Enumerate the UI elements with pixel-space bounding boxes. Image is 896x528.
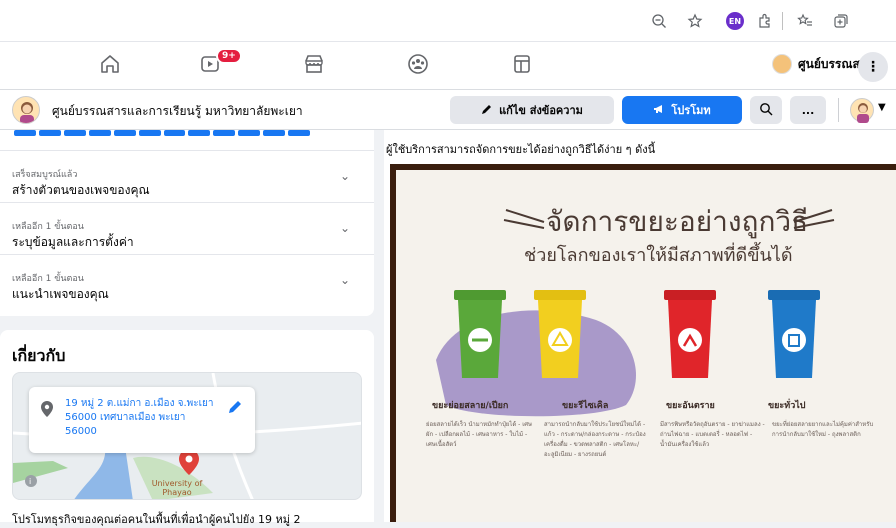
page-header-bar: ศูนย์บรรณสารและการเรียนรู้ มหาวิทยาลัยพะ…	[0, 90, 896, 130]
favorites-icon[interactable]	[796, 12, 814, 30]
task-status: เหลืออีก 1 ขั้นตอน	[12, 274, 84, 284]
home-icon	[99, 53, 121, 79]
bin-desc-hazardous: มีสารพิษหรือวัตถุอันตราย - ยาฆ่าแมลง - ถ…	[660, 421, 765, 448]
more-label: ...	[801, 103, 815, 117]
megaphone-icon	[653, 103, 665, 118]
chevron-down-icon: ⌄	[340, 221, 351, 235]
bin-desc-organic: ย่อยสลายได้เร็ว นำมาหมักทำปุ๋ยได้ - เศษผ…	[426, 421, 533, 448]
post-text: ผู้ใช้บริการสามารถจัดการขยะได้อย่างถูกวิ…	[386, 143, 656, 156]
zoom-out-icon[interactable]	[650, 12, 668, 30]
setup-task-create-identity[interactable]: เสร็จสมบูรณ์แล้ว สร้างตัวตนของเพจของคุณ …	[0, 150, 374, 202]
page-more-button[interactable]: ...	[790, 96, 826, 124]
search-icon	[759, 102, 773, 119]
header-divider	[838, 98, 839, 122]
task-status: เสร็จสมบูรณ์แล้ว	[12, 170, 78, 180]
bin-label-organic: ขยะย่อยสลาย/เปียก	[432, 401, 509, 411]
setup-progress-bar	[14, 130, 311, 136]
page-name: ศูนย์บรรณสารและการเรียนรู้ มหาวิทยาลัยพะ…	[52, 104, 303, 118]
bin-label-hazardous: ขยะอันตราย	[666, 401, 715, 411]
task-title: แนะนำเพจของคุณ	[12, 287, 109, 301]
marketplace-icon	[303, 53, 325, 79]
task-title: ระบุข้อมูลและการตั้งค่า	[12, 235, 134, 249]
about-title: เกี่ยวกับ	[12, 346, 66, 365]
about-card: เกี่ยวกับ i 19 หมู่ 2 ต.แม่กา อ.เมือง จ.…	[0, 330, 374, 526]
favorite-star-icon[interactable]	[686, 12, 704, 30]
gaming-icon	[511, 53, 533, 79]
location-map[interactable]: i 19 หมู่ 2 ต.แม่กา อ.เมือง จ.พะเยา 5600…	[12, 372, 362, 500]
account-avatar[interactable]	[850, 98, 874, 123]
promote-label: โปรโมท	[671, 104, 711, 117]
notification-badge: 9+	[216, 48, 242, 64]
task-status: เหลืออีก 1 ขั้นตอน	[12, 222, 84, 232]
bin-desc-general: ขยะที่ย่อยสลายยากและไม่คุ้มค่าสำหรับการน…	[772, 421, 874, 438]
more-menu-button[interactable]: ⋮	[858, 52, 888, 82]
poster-subtitle: ช่วยโลกของเราให้มีสภาพที่ดีขึ้นได้	[524, 245, 793, 266]
address-text[interactable]: 19 หมู่ 2 ต.แม่กา อ.เมือง จ.พะเยา 56000 …	[65, 397, 215, 439]
bin-label-general: ขยะทั่วไป	[768, 401, 806, 411]
collections-icon[interactable]	[832, 12, 850, 30]
map-place-label: University of Phayao	[151, 479, 203, 497]
map-pin-icon	[41, 401, 53, 421]
about-description: โปรโมทธุรกิจของคุณต่อคนในพื้นที่เพื่อนำผ…	[12, 513, 301, 526]
toolbar-divider	[782, 12, 783, 30]
setup-task-introduce-page[interactable]: เหลืออีก 1 ขั้นตอน แนะนำเพจของคุณ ⌄	[0, 254, 374, 306]
vertical-dots-icon: ⋮	[866, 59, 880, 75]
post-image[interactable]: จัดการขยะอย่างถูกวิธี ช่วยโลกของเราให้มี…	[390, 164, 896, 522]
language-extension-icon[interactable]: EN	[726, 12, 744, 30]
task-title: สร้างตัวตนของเพจของคุณ	[12, 183, 150, 197]
page-avatar	[772, 54, 792, 74]
extensions-icon[interactable]	[756, 12, 774, 30]
post-card: ผู้ใช้บริการสามารถจัดการขยะได้อย่างถูกวิ…	[384, 130, 896, 522]
gaming-nav-button[interactable]	[502, 50, 542, 82]
groups-icon	[407, 53, 429, 79]
edit-pencil-icon[interactable]	[227, 399, 243, 419]
home-nav-button[interactable]	[90, 50, 130, 82]
poster-title: จัดการขยะอย่างถูกวิธี	[546, 205, 809, 238]
chevron-down-icon: ⌄	[340, 273, 351, 287]
bin-desc-recycle: สามารถนำกลับมาใช้ประโยชน์ใหม่ได้ - แก้ว …	[544, 421, 646, 458]
page-profile-avatar[interactable]	[12, 96, 40, 124]
setup-task-info-settings[interactable]: เหลืออีก 1 ขั้นตอน ระบุข้อมูลและการตั้งค…	[0, 202, 374, 254]
edit-send-message-label: แก้ไข ส่งข้อความ	[499, 104, 583, 117]
facebook-top-nav: 9+ ศูนย์บรรณส... ⋮	[0, 42, 896, 90]
address-card[interactable]: 19 หมู่ 2 ต.แม่กา อ.เมือง จ.พะเยา 56000 …	[29, 387, 255, 453]
promote-button[interactable]: โปรโมท	[622, 96, 742, 124]
edit-send-message-button[interactable]: แก้ไข ส่งข้อความ	[450, 96, 614, 124]
caret-down-icon[interactable]: ▼	[878, 102, 886, 113]
marketplace-nav-button[interactable]	[294, 50, 334, 82]
browser-toolbar: EN	[0, 0, 896, 42]
svg-text:i: i	[29, 477, 31, 486]
page-search-button[interactable]	[750, 96, 782, 124]
chevron-down-icon: ⌄	[340, 169, 351, 183]
bin-label-recycle: ขยะรีไซเคิล	[562, 401, 609, 411]
pencil-icon	[481, 103, 493, 118]
groups-nav-button[interactable]	[398, 50, 438, 82]
